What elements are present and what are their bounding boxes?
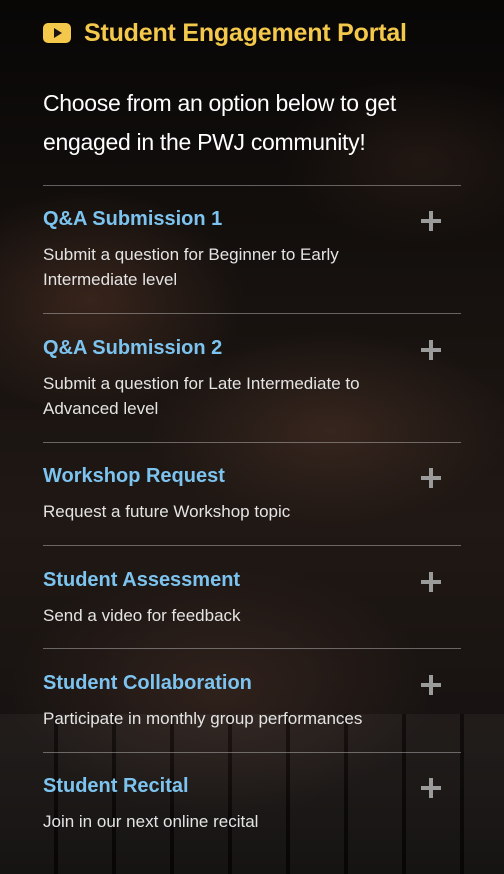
divider bbox=[43, 752, 461, 753]
accordion-item-title[interactable]: Student Collaboration bbox=[43, 672, 252, 695]
portal-title: Student Engagement Portal bbox=[84, 18, 407, 47]
accordion-item-title[interactable]: Q&A Submission 2 bbox=[43, 337, 222, 360]
accordion-item-description: Send a video for feedback bbox=[43, 606, 241, 625]
accordion-item-student-assessment[interactable]: Student Assessment Send a video for feed… bbox=[43, 569, 461, 635]
accordion-item-title[interactable]: Q&A Submission 1 bbox=[43, 208, 222, 231]
plus-icon[interactable] bbox=[421, 675, 441, 695]
divider bbox=[43, 185, 461, 186]
accordion-item-workshop-request[interactable]: Workshop Request Request a future Worksh… bbox=[43, 465, 461, 531]
divider bbox=[43, 545, 461, 546]
accordion-item-title[interactable]: Student Recital bbox=[43, 775, 189, 798]
accordion-item-qa-submission-2[interactable]: Q&A Submission 2 Submit a question for L… bbox=[43, 337, 461, 427]
divider bbox=[43, 442, 461, 443]
accordion-item-description: Participate in monthly group performance… bbox=[43, 709, 363, 728]
accordion-item-description: Submit a question for Late Intermediate … bbox=[43, 374, 360, 418]
plus-icon[interactable] bbox=[421, 211, 441, 231]
accordion-item-description: Join in our next online recital bbox=[43, 812, 259, 831]
portal-header: Student Engagement Portal bbox=[43, 18, 407, 48]
accordion-item-student-collaboration[interactable]: Student Collaboration Participate in mon… bbox=[43, 672, 461, 738]
divider bbox=[43, 648, 461, 649]
accordion-item-title[interactable]: Student Assessment bbox=[43, 569, 240, 592]
plus-icon[interactable] bbox=[421, 468, 441, 488]
accordion-item-description: Submit a question for Beginner to Early … bbox=[43, 245, 339, 289]
accordion-item-qa-submission-1[interactable]: Q&A Submission 1 Submit a question for B… bbox=[43, 208, 461, 298]
youtube-play-icon bbox=[43, 23, 71, 43]
plus-icon[interactable] bbox=[421, 572, 441, 592]
accordion-item-title[interactable]: Workshop Request bbox=[43, 465, 225, 488]
accordion-item-student-recital[interactable]: Student Recital Join in our next online … bbox=[43, 775, 461, 841]
plus-icon[interactable] bbox=[421, 778, 441, 798]
accordion-item-description: Request a future Workshop topic bbox=[43, 502, 291, 521]
intro-text: Choose from an option below to get engag… bbox=[43, 90, 396, 155]
plus-icon[interactable] bbox=[421, 340, 441, 360]
divider bbox=[43, 313, 461, 314]
